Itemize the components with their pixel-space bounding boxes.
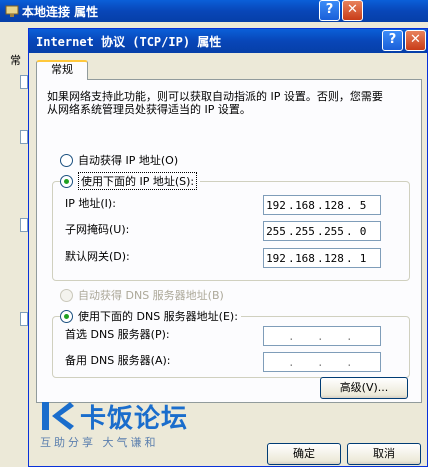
help-button[interactable]: ? [382, 30, 403, 51]
default-gateway-input[interactable]: 192. 168. 128. 1 [263, 248, 381, 268]
gateway-octet: 1 [359, 251, 367, 265]
background-control-fragment [20, 312, 28, 326]
network-connection-icon [5, 5, 19, 17]
description-text: 如果网络支持此功能，则可以获取自动指派的 IP 设置。否则，您需要从网络系统管理… [47, 90, 383, 116]
preferred-dns-input[interactable]: . . . [263, 326, 381, 346]
mask-octet: 255 [266, 224, 286, 238]
subnet-mask-label: 子网掩码(U): [65, 223, 130, 236]
manual-dns-radio[interactable] [60, 309, 73, 323]
auto-ip-radio[interactable] [60, 153, 73, 167]
manual-ip-radio[interactable] [60, 174, 73, 188]
manual-ip-label: 使用下面的 IP 地址(S): [78, 172, 198, 190]
kafan-logo-icon [42, 402, 74, 430]
auto-ip-label: 自动获得 IP 地址(O) [78, 154, 179, 167]
ip-address-input[interactable]: 192. 168. 128. 5 [263, 195, 381, 215]
manual-dns-option[interactable]: 使用下面的 DNS 服务器地址(E): [60, 308, 241, 324]
close-button[interactable]: ✕ [405, 30, 426, 51]
manual-ip-option[interactable]: 使用下面的 IP 地址(S): [60, 172, 201, 190]
background-tab-general[interactable]: 常 [10, 52, 30, 70]
auto-dns-radio[interactable] [60, 288, 73, 302]
ip-settings-group: IP 地址(I): 192. 168. 128. 5 子网掩码(U): 255.… [52, 181, 410, 281]
mask-octet: 255 [295, 224, 315, 238]
advanced-button[interactable]: 高级(V)... [320, 377, 408, 399]
alternate-dns-label: 备用 DNS 服务器(A): [65, 354, 171, 367]
subnet-mask-input[interactable]: 255. 255. 255. 0 [263, 221, 381, 241]
background-close-button[interactable]: ✕ [342, 0, 363, 21]
dialog-title: Internet 协议 (TCP/IP) 属性 [36, 35, 222, 49]
background-control-fragment [20, 130, 28, 144]
gateway-octet: 192 [266, 251, 286, 265]
gateway-octet: 128 [324, 251, 344, 265]
background-titlebar[interactable]: 本地连接 属性 ? ✕ [0, 0, 428, 22]
background-control-fragment [20, 75, 28, 89]
watermark: 卡饭论坛 互助分享 大气谦和 [40, 398, 220, 458]
ok-button[interactable]: 确定 [267, 443, 341, 465]
ip-octet: 192 [266, 198, 286, 212]
watermark-tagline: 互助分享 大气谦和 [40, 436, 159, 449]
background-window-title: 本地连接 属性 [22, 5, 99, 19]
cancel-button[interactable]: 取消 [347, 443, 421, 465]
auto-ip-option[interactable]: 自动获得 IP 地址(O) [60, 152, 178, 168]
ip-octet: 128 [324, 198, 344, 212]
alternate-dns-input[interactable]: . . . [263, 352, 381, 372]
background-control-fragment [20, 218, 28, 232]
auto-dns-label: 自动获得 DNS 服务器地址(B) [78, 289, 224, 302]
dns-settings-group: 首选 DNS 服务器(P): . . . 备用 DNS 服务器(A): . . … [52, 316, 410, 378]
manual-dns-label: 使用下面的 DNS 服务器地址(E): [78, 310, 238, 323]
ip-octet: 5 [359, 198, 367, 212]
general-tab-panel: 如果网络支持此功能，则可以获取自动指派的 IP 设置。否则，您需要从网络系统管理… [36, 79, 422, 403]
ip-address-label: IP 地址(I): [65, 197, 116, 210]
mask-octet: 0 [359, 224, 367, 238]
watermark-brand: 卡饭论坛 [80, 404, 189, 434]
auto-dns-option[interactable]: 自动获得 DNS 服务器地址(B) [60, 287, 224, 303]
gateway-octet: 168 [295, 251, 315, 265]
default-gateway-label: 默认网关(D): [65, 250, 130, 263]
ip-octet: 168 [295, 198, 315, 212]
tab-general[interactable]: 常规 [36, 60, 88, 80]
dialog-titlebar[interactable]: Internet 协议 (TCP/IP) 属性 ? ✕ [29, 29, 427, 53]
mask-octet: 255 [324, 224, 344, 238]
background-help-button[interactable]: ? [319, 0, 340, 21]
preferred-dns-label: 首选 DNS 服务器(P): [65, 328, 170, 341]
